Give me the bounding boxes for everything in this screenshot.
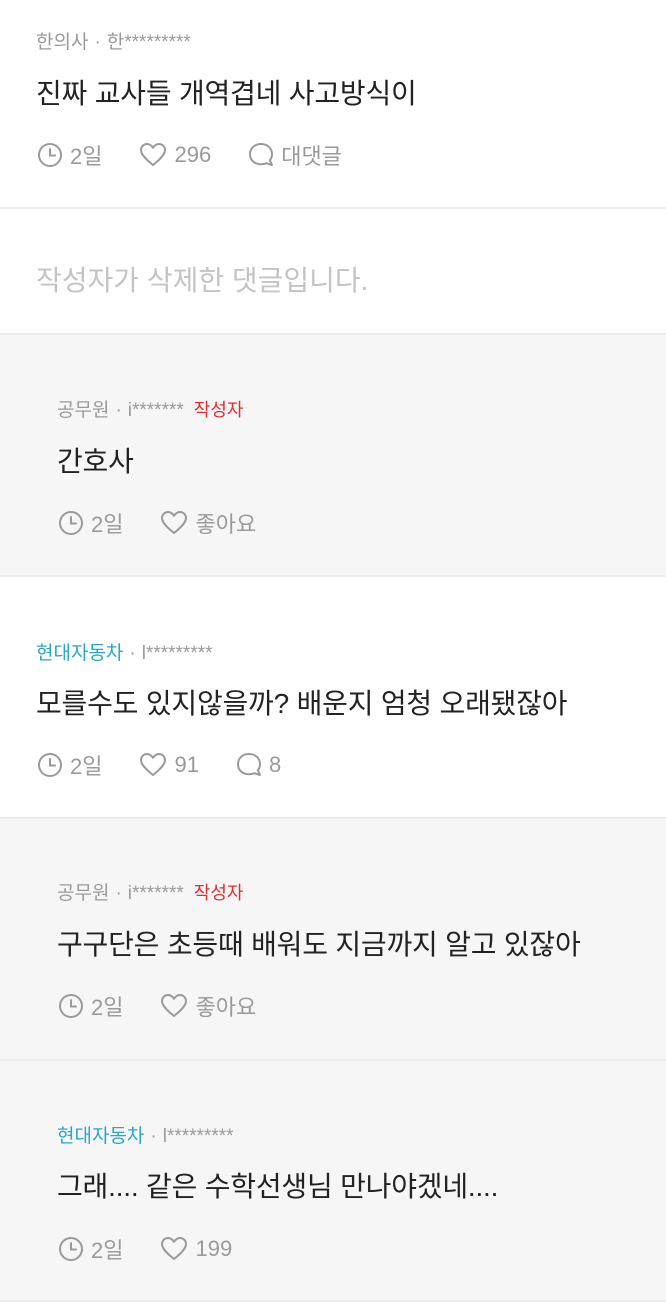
comment: 한의사 · 한********* 진짜 교사들 개역겹네 사고방식이 2일 296 … <box>0 0 666 209</box>
meta-separator: · <box>94 32 101 53</box>
comment-meta: 공무원 · i******* 작성자 <box>57 878 243 905</box>
speech-bubble-icon <box>236 753 261 776</box>
comment-meta: 현대자동차 · l********* <box>57 1121 234 1148</box>
comment-text: 간호사 <box>57 446 134 477</box>
comment: 현대자동차 · l********* 모를수도 있지않을까? 배운지 엄청 오래됐잖… <box>0 577 666 819</box>
comment-meta: 현대자동차 · l********* <box>36 638 213 665</box>
deleted-comment-text: 작성자가 삭제한 댓글입니다. <box>36 265 369 296</box>
clock-icon <box>59 511 83 535</box>
meta-separator: · <box>129 643 136 664</box>
comment-text: 모를수도 있지않을까? 배운지 엄청 오래됐잖아 <box>36 688 568 719</box>
clock-icon <box>59 1237 83 1261</box>
clock-icon <box>38 753 62 777</box>
company-name: 현대자동차 <box>57 1126 145 1147</box>
heart-icon <box>161 1237 188 1260</box>
reply-count: 8 <box>268 752 282 777</box>
user-id: i******* <box>127 400 184 421</box>
reply-comment: 공무원 · i******* 작성자 간호사 2일 좋아요 <box>0 335 666 577</box>
comment-actions: 2일 91 8 <box>36 749 281 781</box>
meta-separator: · <box>115 883 122 904</box>
meta-separator: · <box>115 400 122 421</box>
user-id: l********* <box>162 1126 234 1147</box>
comment-actions: 2일 좋아요 <box>57 990 256 1022</box>
reply-label: 대댓글 <box>281 144 342 169</box>
comment-text: 진짜 교사들 개역겹네 사고방식이 <box>36 78 417 109</box>
time-label: 2일 <box>91 1238 124 1263</box>
time-label: 2일 <box>70 754 103 779</box>
user-id: 한********* <box>106 32 191 53</box>
company-name: 공무원 <box>57 883 110 904</box>
time-info: 2일 <box>36 749 102 781</box>
author-badge: 작성자 <box>193 400 244 420</box>
heart-icon <box>140 753 167 776</box>
heart-icon <box>140 143 167 166</box>
speech-bubble-icon <box>249 143 274 166</box>
deleted-comment: 작성자가 삭제한 댓글입니다. <box>0 209 666 335</box>
user-id: i******* <box>127 883 184 904</box>
clock-icon <box>38 143 62 167</box>
like-button[interactable]: 좋아요 <box>159 990 256 1022</box>
comment-actions: 2일 좋아요 <box>57 507 256 539</box>
like-button[interactable]: 좋아요 <box>159 507 256 539</box>
time-label: 2일 <box>91 512 124 537</box>
comment-actions: 2일 296 대댓글 <box>36 139 342 171</box>
meta-separator: · <box>150 1126 157 1147</box>
time-info: 2일 <box>36 139 102 171</box>
time-info: 2일 <box>57 990 123 1022</box>
user-id: l********* <box>141 643 213 664</box>
like-count: 91 <box>174 752 199 777</box>
comment-actions: 2일 199 <box>57 1233 232 1265</box>
like-label: 좋아요 <box>195 512 257 537</box>
like-button[interactable]: 199 <box>159 1235 232 1263</box>
like-count: 296 <box>174 142 212 167</box>
reply-comment: 공무원 · i******* 작성자 구구단은 초등때 배워도 지금까지 알고 있잖아… <box>0 819 666 1061</box>
comment-meta: 공무원 · i******* 작성자 <box>57 395 243 422</box>
like-count: 199 <box>195 1236 233 1261</box>
heart-icon <box>161 511 188 534</box>
author-badge: 작성자 <box>193 883 244 903</box>
time-info: 2일 <box>57 507 123 539</box>
like-button[interactable]: 296 <box>138 141 211 169</box>
company-name: 한의사 <box>36 32 89 53</box>
like-button[interactable]: 91 <box>138 751 199 779</box>
like-label: 좋아요 <box>195 995 257 1020</box>
company-name: 공무원 <box>57 400 110 421</box>
time-label: 2일 <box>70 144 103 169</box>
company-name: 현대자동차 <box>36 643 124 664</box>
clock-icon <box>59 994 83 1018</box>
reply-comment: 현대자동차 · l********* 그래.... 같은 수학선생님 만나야겠네..… <box>0 1061 666 1302</box>
reply-button[interactable]: 대댓글 <box>247 139 342 171</box>
comment-text: 구구단은 초등때 배워도 지금까지 알고 있잖아 <box>57 929 581 960</box>
heart-icon <box>161 994 188 1017</box>
time-info: 2일 <box>57 1233 123 1265</box>
comment-text: 그래.... 같은 수학선생님 만나야겠네.... <box>57 1171 499 1202</box>
time-label: 2일 <box>91 995 124 1020</box>
reply-button[interactable]: 8 <box>235 751 281 779</box>
comment-meta: 한의사 · 한********* <box>36 27 191 54</box>
